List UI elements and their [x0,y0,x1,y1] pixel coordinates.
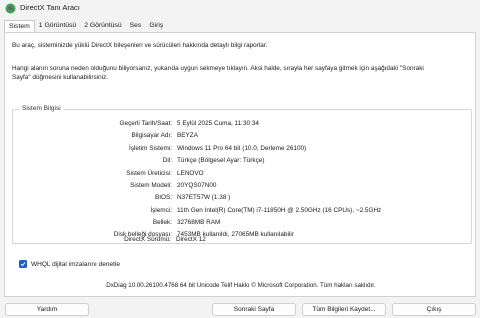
info-label: Dil: [162,157,172,164]
info-label: İşlemci: [150,207,172,214]
whql-checkbox[interactable] [19,260,27,268]
info-row-model: Sistem Modeli: 20YQS07N00 [13,182,473,192]
help-button[interactable]: Yardım [5,303,89,316]
copyright-text: DxDiag 10.00.26100.4768 64 bit Unicode T… [106,282,376,289]
info-label: DirectX Sürümü: [124,236,171,243]
info-row-bios: BIOS: N37ET57W (1.38 ) [13,194,473,204]
info-row-computer-name: Bilgisayar Adı: BEYZA [13,132,473,142]
intro-text-1: Bu araç, sisteminizde yüklü DirectX bile… [12,42,268,49]
info-row-datetime: Geçerli Tarih/Saat: 5 Eylül 2025 Cuma, 1… [13,120,473,130]
info-row-manufacturer: Sistem Üreticisi: LENOVO [13,170,473,180]
system-info-title: Sistem Bilgisi [19,105,64,112]
info-row-processor: İşlemci: 11th Gen Intel(R) Core(TM) i7-1… [13,207,473,217]
info-label: Sistem Üreticisi: [126,170,172,177]
intro-text-2: Hangi alanın soruna neden olduğunu biliy… [12,65,424,81]
tab-display-2[interactable]: 2 Görüntüsü [80,20,125,32]
info-value: Windows 11 Pro 64 bit (10.0, Derleme 261… [177,145,307,152]
checkmark-icon [20,262,26,267]
exit-button[interactable]: Çıkış [392,303,476,316]
tab-bar: Sistem 1 Görüntüsü 2 Görüntüsü Ses Giriş [4,20,167,33]
tab-input[interactable]: Giriş [145,20,167,32]
info-value: Türkçe (Bölgesel Ayar: Türkçe) [177,157,265,164]
info-label: Geçerli Tarih/Saat: [119,120,172,127]
info-row-os: İşletim Sistemi: Windows 11 Pro 64 bit (… [13,145,473,155]
info-value: N37ET57W (1.38 ) [177,194,231,201]
system-info-group: Sistem Bilgisi Geçerli Tarih/Saat: 5 Eyl… [12,105,473,244]
tab-sound[interactable]: Ses [126,20,146,32]
info-label: Bilgisayar Adı: [131,132,173,139]
next-page-button[interactable]: Sonraki Sayfa [212,303,296,316]
save-all-info-button[interactable]: Tüm Bilgileri Kaydet... [302,303,386,316]
directx-app-icon [5,3,16,14]
info-row-language: Dil: Türkçe (Bölgesel Ayar: Türkçe) [13,157,473,167]
info-label: BIOS: [154,194,172,201]
system-tab-panel: Bu araç, sisteminizde yüklü DirectX bile… [4,32,476,297]
info-label: İşletim Sistemi: [129,145,172,152]
info-label: Sistem Modeli: [130,182,172,189]
info-row-memory: Bellek: 32768MB RAM [13,219,473,229]
info-label: Bellek: [152,219,172,226]
whql-checkbox-row[interactable]: WHQL dijital imzalarını denetle [19,260,120,268]
info-value: LENOVO [177,170,204,177]
info-value: DirectX 12 [176,236,206,243]
info-value: 5 Eylül 2025 Cuma, 11:30:34 [177,120,259,127]
whql-checkbox-label: WHQL dijital imzalarını denetle [31,260,120,268]
info-value: BEYZA [177,132,198,139]
tab-display-1[interactable]: 1 Görüntüsü [35,20,80,32]
info-value: 32768MB RAM [177,219,221,226]
info-value: 20YQS07N00 [177,182,217,189]
info-row-directx-version: DirectX Sürümü: DirectX 12 [12,236,472,246]
window-title: DirectX Tanı Aracı [20,3,80,12]
title-bar: DirectX Tanı Aracı [0,0,480,18]
info-value: 11th Gen Intel(R) Core(TM) i7-11850H @ 2… [177,207,382,214]
